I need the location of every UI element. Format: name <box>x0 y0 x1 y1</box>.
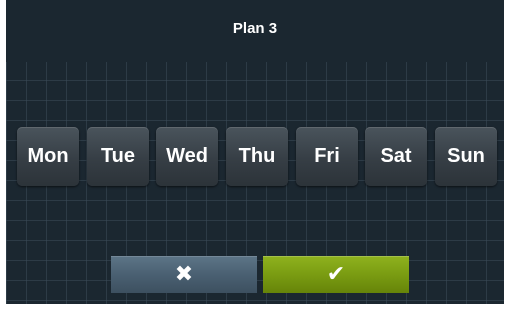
close-icon: ✖ <box>174 261 194 287</box>
day-button-tue[interactable]: Tue <box>87 127 149 186</box>
day-button-mon[interactable]: Mon <box>17 127 79 186</box>
day-label: Wed <box>166 145 208 167</box>
cancel-button[interactable]: ✖ <box>111 256 257 293</box>
page-title: Plan 3 <box>232 20 278 37</box>
plan-screen: Plan 3 Mon Tue Wed Thu Fri Sat Sun ✖ ✔ <box>6 0 504 304</box>
confirm-button[interactable]: ✔ <box>263 256 409 293</box>
day-button-sat[interactable]: Sat <box>365 127 427 186</box>
day-button-wed[interactable]: Wed <box>156 127 218 186</box>
checkmark-icon: ✔ <box>326 261 346 287</box>
day-label: Fri <box>314 145 340 167</box>
weekday-selector: Mon Tue Wed Thu Fri Sat Sun <box>17 127 501 187</box>
day-button-sun[interactable]: Sun <box>435 127 497 186</box>
day-button-thu[interactable]: Thu <box>226 127 288 186</box>
day-label: Mon <box>27 145 69 167</box>
day-button-fri[interactable]: Fri <box>296 127 358 186</box>
title-bar: Plan 3 <box>6 0 504 62</box>
day-label: Tue <box>100 145 136 167</box>
day-label: Sun <box>447 145 485 167</box>
day-label: Sat <box>380 145 412 167</box>
day-label: Thu <box>238 145 276 167</box>
